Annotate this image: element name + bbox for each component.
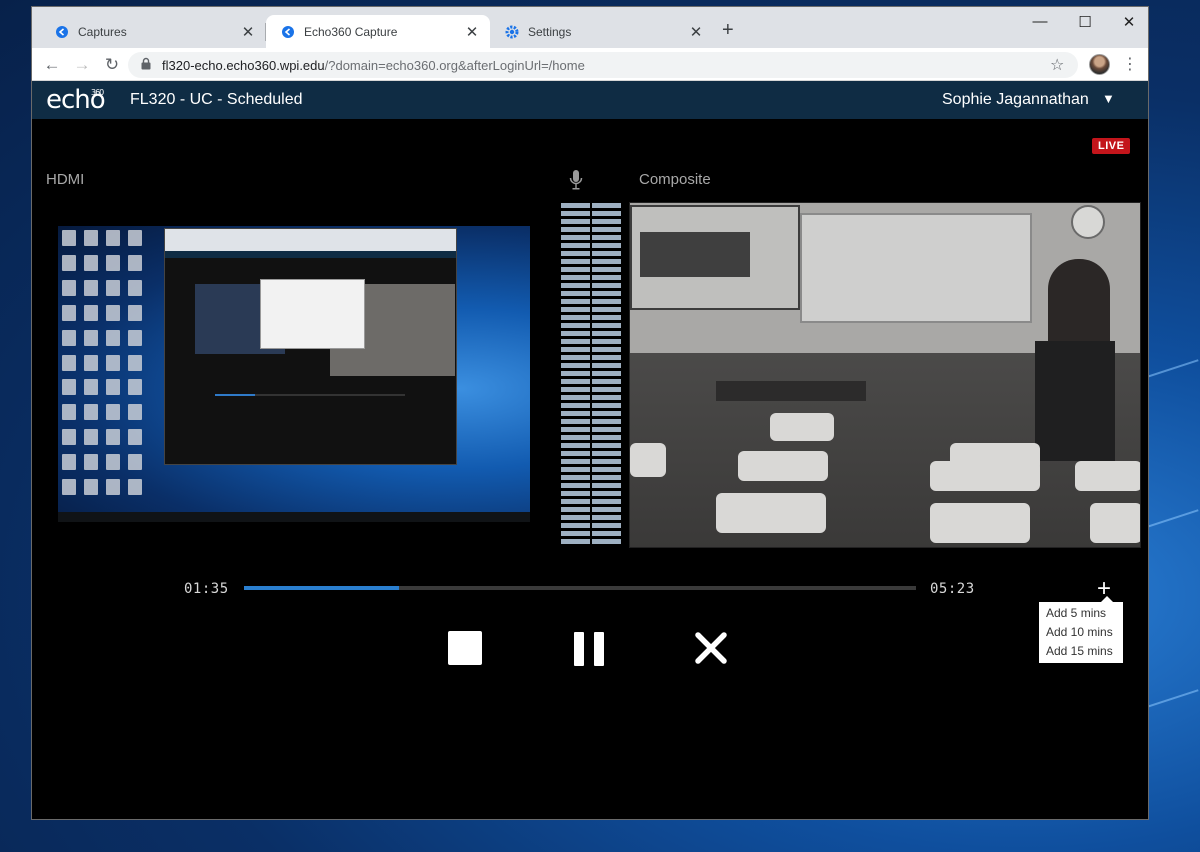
stop-button[interactable] bbox=[448, 631, 484, 667]
tab-strip: Captures ✕ Echo360 Capture ✕ Settings ✕ … bbox=[32, 7, 1148, 48]
reload-icon[interactable]: ↻ bbox=[100, 53, 124, 77]
remaining-time: 05:23 bbox=[930, 581, 975, 597]
menu-item-add-5[interactable]: Add 5 mins bbox=[1039, 604, 1123, 623]
desktop-taskbar bbox=[58, 512, 530, 522]
tab-captures[interactable]: Captures ✕ bbox=[40, 15, 266, 48]
close-window-icon[interactable]: ✕ bbox=[1114, 13, 1144, 31]
elapsed-time: 01:35 bbox=[184, 581, 229, 597]
add-time-menu: Add 5 mins Add 10 mins Add 15 mins bbox=[1039, 596, 1123, 663]
source-label-composite: Composite bbox=[639, 171, 711, 188]
tab-label: Settings bbox=[528, 24, 572, 39]
tab-label: Echo360 Capture bbox=[304, 24, 398, 39]
caret-down-icon[interactable]: ▼ bbox=[1102, 91, 1115, 106]
live-badge: LIVE bbox=[1092, 138, 1131, 154]
desktop-icons bbox=[62, 230, 150, 500]
pause-icon bbox=[574, 632, 584, 666]
audio-level-meter bbox=[561, 203, 623, 547]
menu-item-add-15[interactable]: Add 15 mins bbox=[1039, 642, 1123, 661]
browser-window: Captures ✕ Echo360 Capture ✕ Settings ✕ … bbox=[31, 6, 1149, 820]
hdmi-preview bbox=[58, 226, 530, 522]
progress-fill bbox=[244, 586, 399, 590]
menu-item-add-10[interactable]: Add 10 mins bbox=[1039, 623, 1123, 642]
echo360-logo[interactable]: echo 360 bbox=[46, 85, 106, 115]
echo360-icon bbox=[54, 24, 70, 40]
tab-label: Captures bbox=[78, 24, 127, 39]
pause-button[interactable] bbox=[574, 631, 606, 667]
echo360-icon bbox=[280, 24, 296, 40]
close-icon bbox=[695, 632, 727, 664]
composite-preview bbox=[629, 202, 1141, 548]
capture-progress-bar bbox=[244, 586, 916, 590]
close-tab-icon[interactable]: ✕ bbox=[464, 23, 480, 41]
maximize-icon[interactable]: ☐ bbox=[1070, 13, 1100, 31]
gear-icon bbox=[504, 24, 520, 40]
source-label-hdmi: HDMI bbox=[46, 171, 85, 188]
back-arrow-icon[interactable]: ← bbox=[40, 53, 64, 77]
avatar[interactable] bbox=[1089, 54, 1110, 75]
close-tab-icon[interactable]: ✕ bbox=[240, 23, 256, 41]
tab-settings[interactable]: Settings ✕ bbox=[490, 15, 714, 48]
forward-arrow-icon[interactable]: → bbox=[70, 53, 94, 77]
new-tab-button[interactable]: + bbox=[722, 19, 734, 42]
address-bar[interactable]: fl320-echo.echo360.wpi.edu/?domain=echo3… bbox=[128, 52, 1078, 78]
app-header: echo 360 FL320 - UC - Scheduled Sophie Ja… bbox=[32, 81, 1148, 119]
user-menu[interactable]: Sophie Jagannathan bbox=[942, 91, 1089, 109]
browser-toolbar: ← → ↻ fl320-echo.echo360.wpi.edu/?domain… bbox=[32, 48, 1148, 81]
bookmark-star-icon[interactable]: ☆ bbox=[1050, 55, 1064, 75]
cancel-button[interactable] bbox=[694, 631, 730, 667]
minimize-icon[interactable]: — bbox=[1025, 13, 1055, 30]
url-path: /?domain=echo360.org&afterLoginUrl=/home bbox=[324, 57, 585, 73]
url-host: fl320-echo.echo360.wpi.edu bbox=[162, 57, 325, 73]
microphone-icon bbox=[569, 169, 583, 196]
snipping-tool-dialog bbox=[260, 279, 365, 349]
logo-superscript: 360 bbox=[91, 88, 104, 97]
lock-icon bbox=[140, 57, 154, 73]
room-title: FL320 - UC - Scheduled bbox=[130, 91, 303, 108]
nested-capture-window bbox=[164, 228, 457, 465]
close-tab-icon[interactable]: ✕ bbox=[688, 23, 704, 41]
stop-icon bbox=[448, 631, 482, 665]
browser-menu-icon[interactable]: ⋮ bbox=[1122, 54, 1138, 74]
tab-echo360-capture[interactable]: Echo360 Capture ✕ bbox=[266, 15, 490, 48]
